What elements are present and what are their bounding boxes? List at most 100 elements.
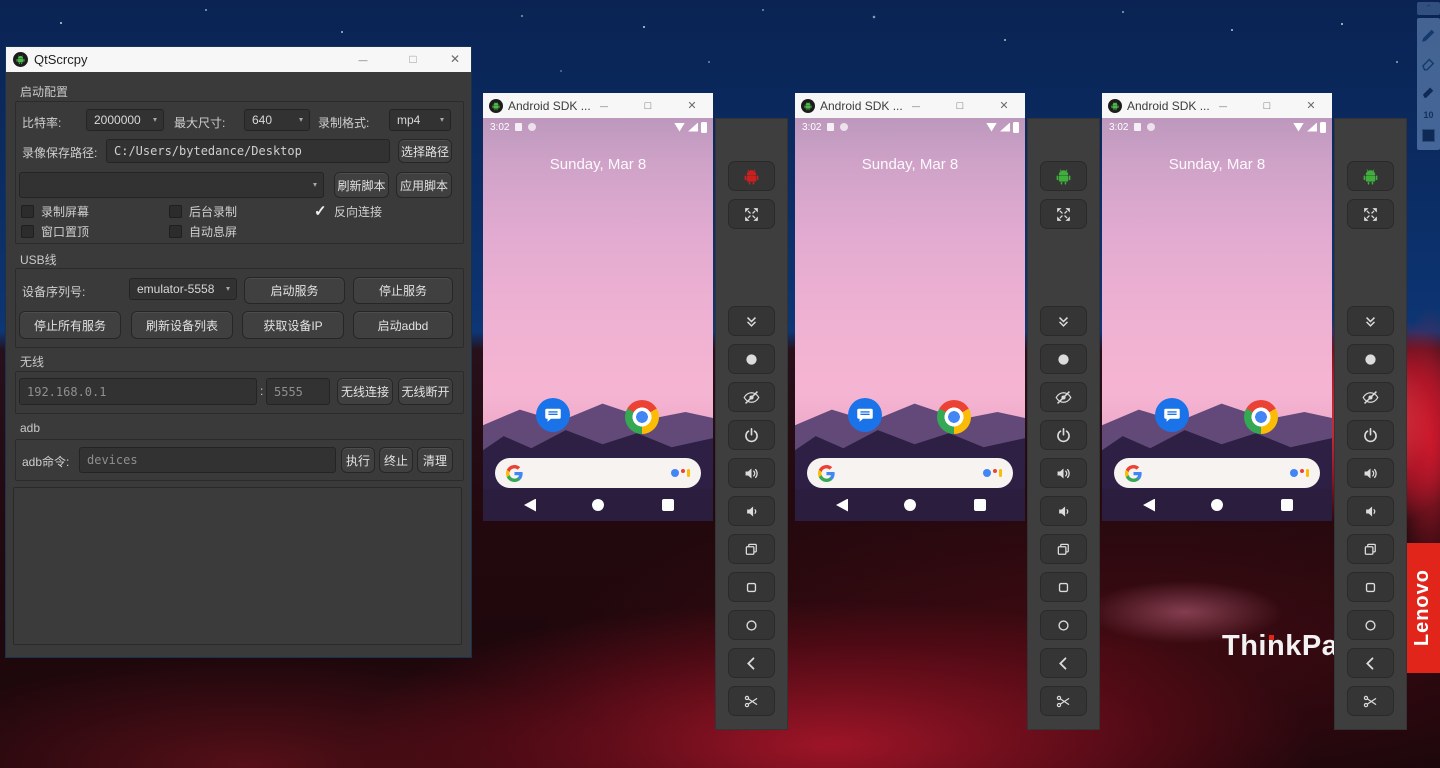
phone-screen[interactable]: 3:02 Sunday, Mar 8 xyxy=(795,118,1025,521)
power-button[interactable] xyxy=(1040,420,1087,450)
chrome-app-icon[interactable] xyxy=(937,400,971,434)
adb-execute-button[interactable]: 执行 xyxy=(341,447,375,473)
checkbox[interactable] xyxy=(21,205,34,218)
adb-clear-button[interactable]: 清理 xyxy=(417,447,453,473)
emulator-titlebar[interactable]: Android SDK ... xyxy=(483,93,713,118)
adb-log-output[interactable] xyxy=(13,487,462,645)
background-record-checkbox[interactable]: 后台录制 xyxy=(169,203,237,220)
menu-button[interactable] xyxy=(1040,572,1087,602)
nav-home-button[interactable] xyxy=(1211,499,1223,511)
chrome-app-icon[interactable] xyxy=(1244,400,1278,434)
nav-recents-button[interactable] xyxy=(662,499,674,511)
back-button[interactable] xyxy=(1040,648,1087,678)
screen-off-button[interactable] xyxy=(1347,382,1394,412)
google-search-bar[interactable] xyxy=(807,458,1013,488)
minimize-button[interactable] xyxy=(903,93,929,118)
touch-button[interactable] xyxy=(1040,344,1087,374)
nav-home-button[interactable] xyxy=(904,499,916,511)
checkbox[interactable] xyxy=(169,225,182,238)
phone-screen[interactable]: 3:02 Sunday, Mar 8 xyxy=(1102,118,1332,521)
maximize-button[interactable] xyxy=(947,93,973,118)
google-search-bar[interactable] xyxy=(1114,458,1320,488)
bitrate-combo[interactable]: 2000000 xyxy=(86,109,164,131)
qtscrcpy-titlebar[interactable]: QtScrcpy xyxy=(6,47,471,72)
messages-app-icon[interactable] xyxy=(1155,398,1189,432)
screenshot-button[interactable] xyxy=(1040,686,1087,716)
chrome-app-icon[interactable] xyxy=(625,400,659,434)
minimize-button[interactable] xyxy=(348,47,378,72)
nav-back-button[interactable] xyxy=(1143,499,1155,512)
group-control-button[interactable] xyxy=(1347,161,1394,191)
nav-recents-button[interactable] xyxy=(1281,499,1293,511)
maximize-button[interactable] xyxy=(635,93,661,118)
get-device-ip-button[interactable]: 获取设备IP xyxy=(242,311,344,339)
auto-screen-off-checkbox[interactable]: 自动息屏 xyxy=(169,223,237,240)
checkbox[interactable] xyxy=(21,225,34,238)
back-button[interactable] xyxy=(1347,648,1394,678)
eraser-icon[interactable] xyxy=(1419,54,1438,73)
maximize-button[interactable] xyxy=(398,47,428,72)
google-search-bar[interactable] xyxy=(495,458,701,488)
screen-off-button[interactable] xyxy=(728,382,775,412)
fullscreen-button[interactable] xyxy=(728,199,775,229)
apply-script-button[interactable]: 应用脚本 xyxy=(396,172,452,198)
wireless-disconnect-button[interactable]: 无线断开 xyxy=(398,378,453,405)
assistant-icon[interactable] xyxy=(671,469,690,477)
maximize-button[interactable] xyxy=(1254,93,1280,118)
refresh-device-list-button[interactable]: 刷新设备列表 xyxy=(131,311,233,339)
home-button[interactable] xyxy=(1040,610,1087,640)
format-combo[interactable]: mp4 xyxy=(389,109,451,131)
record-screen-checkbox[interactable]: 录制屏幕 xyxy=(21,203,89,220)
messages-app-icon[interactable] xyxy=(536,398,570,432)
assistant-icon[interactable] xyxy=(1290,469,1309,477)
screen-off-button[interactable] xyxy=(1040,382,1087,412)
checkbox[interactable] xyxy=(169,205,182,218)
screenshot-button[interactable] xyxy=(1347,686,1394,716)
choose-path-button[interactable]: 选择路径 xyxy=(398,139,452,163)
color-swatch[interactable] xyxy=(1422,129,1435,142)
expand-notification-button[interactable] xyxy=(1040,306,1087,336)
touch-button[interactable] xyxy=(728,344,775,374)
start-adbd-button[interactable]: 启动adbd xyxy=(353,311,453,339)
home-button[interactable] xyxy=(728,610,775,640)
group-control-button[interactable] xyxy=(728,161,775,191)
volume-up-button[interactable] xyxy=(728,458,775,488)
stop-service-button[interactable]: 停止服务 xyxy=(353,277,453,304)
adb-terminate-button[interactable]: 终止 xyxy=(379,447,413,473)
serial-combo[interactable]: emulator-5558 xyxy=(129,278,237,300)
close-button[interactable] xyxy=(440,47,470,72)
close-button[interactable] xyxy=(991,93,1017,118)
power-button[interactable] xyxy=(1347,420,1394,450)
script-combo[interactable] xyxy=(19,172,324,198)
expand-notification-button[interactable] xyxy=(728,306,775,336)
fullscreen-button[interactable] xyxy=(1347,199,1394,229)
messages-app-icon[interactable] xyxy=(848,398,882,432)
power-button[interactable] xyxy=(728,420,775,450)
checkbox-checked[interactable] xyxy=(314,205,327,218)
fullscreen-button[interactable] xyxy=(1040,199,1087,229)
app-switch-button[interactable] xyxy=(728,534,775,564)
menu-button[interactable] xyxy=(1347,572,1394,602)
home-button[interactable] xyxy=(1347,610,1394,640)
touch-button[interactable] xyxy=(1347,344,1394,374)
adb-cmd-input[interactable] xyxy=(79,447,336,473)
close-button[interactable] xyxy=(1298,93,1324,118)
stop-all-services-button[interactable]: 停止所有服务 xyxy=(19,311,121,339)
volume-down-button[interactable] xyxy=(1347,496,1394,526)
menu-button[interactable] xyxy=(728,572,775,602)
refresh-script-button[interactable]: 刷新脚本 xyxy=(334,172,389,198)
group-control-button[interactable] xyxy=(1040,161,1087,191)
app-switch-button[interactable] xyxy=(1347,534,1394,564)
max-size-combo[interactable]: 640 xyxy=(244,109,310,131)
volume-down-button[interactable] xyxy=(728,496,775,526)
assistant-icon[interactable] xyxy=(983,469,1002,477)
close-button[interactable] xyxy=(679,93,705,118)
volume-up-button[interactable] xyxy=(1040,458,1087,488)
emulator-titlebar[interactable]: Android SDK ... xyxy=(795,93,1025,118)
expand-notification-button[interactable] xyxy=(1347,306,1394,336)
wireless-ip-input[interactable] xyxy=(19,378,257,405)
nav-home-button[interactable] xyxy=(592,499,604,511)
window-on-top-checkbox[interactable]: 窗口置顶 xyxy=(21,223,89,240)
back-button[interactable] xyxy=(728,648,775,678)
nav-recents-button[interactable] xyxy=(974,499,986,511)
